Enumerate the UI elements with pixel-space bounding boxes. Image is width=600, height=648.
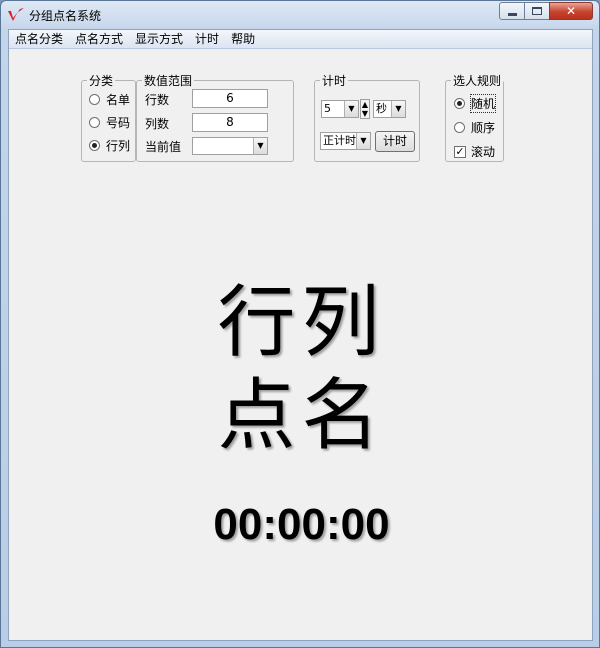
category-option-grid[interactable]: 行列 <box>89 137 130 154</box>
client-area: 点名分类 点名方式 显示方式 计时 帮助 分类 名单 号码 行列 数值范围 行数… <box>8 29 593 641</box>
maximize-icon <box>532 7 542 15</box>
chevron-down-icon: ▼ <box>344 101 358 117</box>
timing-mode-select[interactable]: 正计时 ▼ <box>320 132 371 150</box>
radio-selected-icon <box>89 140 100 151</box>
category-legend: 分类 <box>89 74 114 88</box>
category-option-label: 号码 <box>106 116 131 130</box>
rows-label: 行数 <box>145 93 170 107</box>
menu-help[interactable]: 帮助 <box>225 30 261 48</box>
category-option-number[interactable]: 号码 <box>89 114 130 131</box>
timing-mode-text: 正计时 <box>323 134 356 147</box>
timing-unit-text: 秒 <box>376 102 387 115</box>
checkmark-icon: ✓ <box>454 144 466 158</box>
chevron-down-icon: ▼ <box>356 133 370 149</box>
rows-input[interactable]: 6 <box>192 89 268 108</box>
spin-down-icon: ▼ <box>361 109 369 118</box>
category-option-label: 名单 <box>106 93 131 107</box>
timer-start-button[interactable]: 计时 <box>375 131 415 152</box>
display-line-1: 行列 <box>217 278 386 368</box>
timing-spinner[interactable]: ▲ ▼ <box>360 99 370 119</box>
category-option-list[interactable]: 名单 <box>89 91 130 108</box>
close-button[interactable]: ✕ <box>549 2 593 20</box>
timing-amount-select[interactable]: 5 ▼ <box>321 100 359 118</box>
close-icon: ✕ <box>565 4 577 18</box>
window-title: 分组点名系统 <box>29 9 102 23</box>
radio-icon <box>89 117 100 128</box>
rule-scroll-label: 滚动 <box>471 145 496 159</box>
timing-unit-select[interactable]: 秒 ▼ <box>373 100 406 118</box>
timer-display: 00:00:00 <box>213 500 390 549</box>
category-option-label: 行列 <box>106 139 131 153</box>
app-window: 分组点名系统 ✕ 点名分类 点名方式 显示方式 计时 帮助 分类 名单 号码 行… <box>0 0 600 648</box>
range-legend: 数值范围 <box>144 74 193 88</box>
chevron-down-icon: ▼ <box>391 101 405 117</box>
minimize-icon <box>507 12 517 16</box>
app-logo-icon <box>8 8 24 21</box>
menu-display[interactable]: 显示方式 <box>129 30 189 48</box>
display-line-2: 点名 <box>217 371 386 461</box>
rule-order-label: 顺序 <box>471 121 496 135</box>
chevron-down-icon: ▼ <box>253 138 267 154</box>
menu-method[interactable]: 点名方式 <box>69 30 129 48</box>
menu-bar: 点名分类 点名方式 显示方式 计时 帮助 <box>9 30 592 49</box>
radio-icon <box>454 122 465 133</box>
rules-legend: 选人规则 <box>453 74 502 88</box>
rule-random-option[interactable]: 随机 <box>454 94 497 113</box>
menu-category[interactable]: 点名分类 <box>9 30 69 48</box>
spin-up-icon: ▲ <box>361 100 369 109</box>
rule-scroll-checkbox[interactable]: ✓ 滚动 <box>454 143 495 160</box>
timing-legend: 计时 <box>322 74 347 88</box>
title-bar[interactable]: 分组点名系统 ✕ <box>1 1 599 29</box>
maximize-button[interactable] <box>524 2 550 20</box>
radio-icon <box>89 94 100 105</box>
cols-label: 列数 <box>145 117 170 131</box>
minimize-button[interactable] <box>499 2 525 20</box>
cols-input[interactable]: 8 <box>192 113 268 132</box>
current-label: 当前值 <box>145 140 182 154</box>
radio-selected-icon <box>454 98 465 109</box>
timing-amount-text: 5 <box>324 102 331 115</box>
current-value-select[interactable]: ▼ <box>192 137 268 155</box>
rule-order-option[interactable]: 顺序 <box>454 119 495 136</box>
rule-random-label: 随机 <box>469 94 497 113</box>
menu-timer[interactable]: 计时 <box>189 30 225 48</box>
